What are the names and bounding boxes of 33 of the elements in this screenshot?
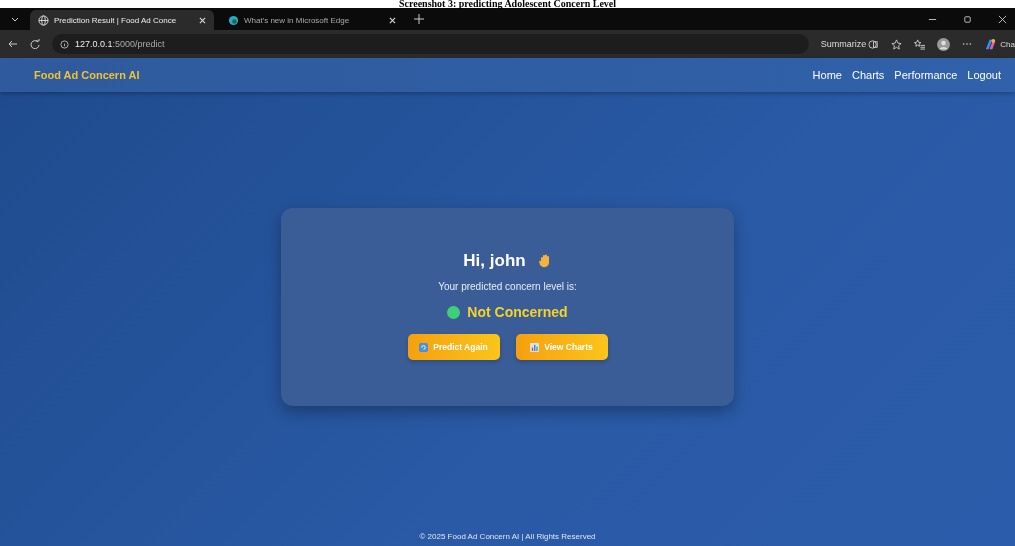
- close-icon[interactable]: [389, 16, 396, 24]
- back-icon[interactable]: [8, 39, 18, 49]
- reload-icon[interactable]: [30, 39, 40, 49]
- new-tab-icon[interactable]: [414, 14, 424, 24]
- caption: Screenshot 3: predicting Adolescent Concern Level: [398, 0, 617, 8]
- result-subtitle: Your predicted concern level is:: [438, 281, 577, 292]
- star-icon[interactable]: [891, 38, 903, 50]
- close-icon[interactable]: [199, 16, 206, 24]
- info-icon: [60, 39, 69, 49]
- profile-avatar-icon[interactable]: [937, 37, 951, 51]
- browser-tab[interactable]: What's new in Microsoft Edge: [220, 10, 404, 30]
- globe-icon: [38, 14, 49, 26]
- status-label: Not Concerned: [467, 304, 568, 320]
- brand-title[interactable]: Food Ad Concern AI: [34, 69, 140, 81]
- bar-chart-icon: [530, 342, 540, 352]
- greeting-heading: Hi, john: [463, 251, 526, 271]
- summarize-button[interactable]: Summarize: [820, 39, 867, 49]
- favorites-icon[interactable]: [914, 38, 926, 50]
- close-window-icon[interactable]: [998, 14, 1007, 24]
- nav-link[interactable]: Performance: [894, 69, 958, 81]
- summarize-icon[interactable]: [868, 38, 880, 50]
- copilot-icon[interactable]: [984, 37, 998, 51]
- nav-link[interactable]: Logout: [967, 69, 1001, 81]
- waving-hand-icon: [537, 253, 552, 269]
- more-icon[interactable]: [962, 42, 973, 46]
- refresh-icon: [419, 342, 429, 352]
- nav-link[interactable]: Charts: [851, 69, 885, 81]
- footer-text: © 2025 Food Ad Concern AI | All Rights Reserved: [419, 532, 596, 541]
- restore-icon[interactable]: [963, 14, 972, 24]
- copilot-label[interactable]: Cha: [1000, 39, 1015, 49]
- nav-link[interactable]: Home: [812, 69, 842, 81]
- browser-tab[interactable]: Prediction Result | Food Ad Conce: [30, 10, 214, 30]
- address-field[interactable]: 127.0.0.1:5000/predict: [52, 34, 809, 54]
